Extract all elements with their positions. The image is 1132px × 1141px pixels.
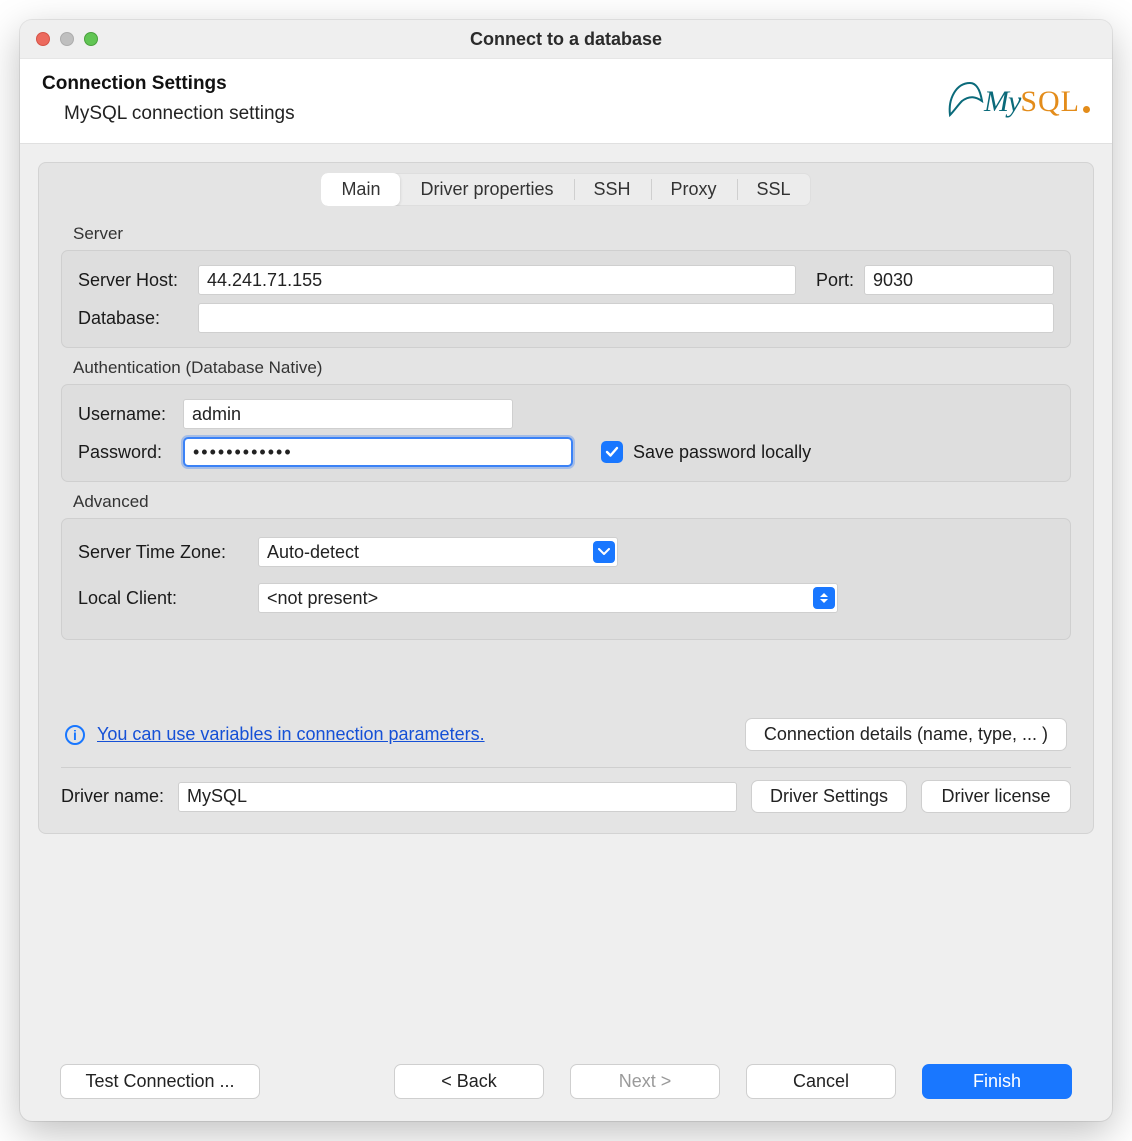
mysql-logo: MySQL	[946, 79, 1090, 119]
dialog-window: Connect to a database Connection Setting…	[20, 20, 1112, 1121]
tab-proxy[interactable]: Proxy	[651, 173, 737, 206]
save-password-checkbox[interactable]	[601, 441, 623, 463]
logo-text-my: My	[984, 85, 1020, 119]
tab-driver-properties[interactable]: Driver properties	[400, 173, 573, 206]
titlebar: Connect to a database	[20, 20, 1112, 58]
local-client-select[interactable]: <not present>	[258, 583, 838, 613]
cancel-button[interactable]: Cancel	[746, 1064, 896, 1099]
content: Main Driver properties SSH Proxy SSL Ser…	[20, 144, 1112, 1121]
driver-license-button[interactable]: Driver license	[921, 780, 1071, 813]
database-input[interactable]	[198, 303, 1054, 333]
server-host-input[interactable]	[198, 265, 796, 295]
window-title: Connect to a database	[20, 29, 1112, 50]
finish-button[interactable]: Finish	[922, 1064, 1072, 1099]
connection-details-button[interactable]: Connection details (name, type, ... )	[745, 718, 1067, 751]
header: Connection Settings MySQL connection set…	[20, 58, 1112, 144]
tabs: Main Driver properties SSH Proxy SSL	[321, 173, 810, 206]
driver-row: Driver name: Driver Settings Driver lice…	[39, 776, 1093, 823]
page-title: Connection Settings	[42, 73, 295, 95]
info-icon: i	[65, 725, 85, 745]
tab-ssl[interactable]: SSL	[737, 173, 811, 206]
tab-main[interactable]: Main	[321, 173, 400, 206]
local-client-label: Local Client:	[78, 588, 248, 609]
driver-settings-button[interactable]: Driver Settings	[751, 780, 907, 813]
dolphin-icon	[946, 79, 984, 119]
advanced-group-label: Advanced	[39, 482, 1093, 518]
chevron-down-icon	[593, 541, 615, 563]
logo-text-sql: SQL	[1020, 85, 1080, 119]
sort-icon	[813, 587, 835, 609]
advanced-group: Server Time Zone: Auto-detect Local Clie…	[61, 518, 1071, 640]
next-button: Next >	[570, 1064, 720, 1099]
back-button[interactable]: < Back	[394, 1064, 544, 1099]
timezone-select[interactable]: Auto-detect	[258, 537, 618, 567]
timezone-label: Server Time Zone:	[78, 542, 248, 563]
footer: Test Connection ... < Back Next > Cancel…	[38, 1038, 1094, 1121]
auth-group-label: Authentication (Database Native)	[39, 348, 1093, 384]
password-input[interactable]	[183, 437, 573, 467]
test-connection-button[interactable]: Test Connection ...	[60, 1064, 260, 1099]
driver-name-input[interactable]	[178, 782, 737, 812]
tab-ssh[interactable]: SSH	[574, 173, 651, 206]
port-label: Port:	[816, 270, 854, 291]
save-password-label: Save password locally	[633, 442, 811, 463]
database-label: Database:	[78, 308, 188, 329]
driver-name-label: Driver name:	[61, 786, 164, 807]
timezone-value: Auto-detect	[267, 542, 359, 563]
server-host-label: Server Host:	[78, 270, 188, 291]
variables-hint-link[interactable]: You can use variables in connection para…	[97, 724, 485, 745]
auth-group: Username: Password: Save password locall…	[61, 384, 1071, 482]
password-label: Password:	[78, 442, 173, 463]
page-subtitle: MySQL connection settings	[42, 103, 295, 125]
server-group: Server Host: Port: Database:	[61, 250, 1071, 348]
port-input[interactable]	[864, 265, 1054, 295]
settings-panel: Main Driver properties SSH Proxy SSL Ser…	[38, 162, 1094, 834]
local-client-value: <not present>	[267, 588, 378, 609]
username-label: Username:	[78, 404, 173, 425]
divider	[61, 767, 1071, 768]
server-group-label: Server	[39, 214, 1093, 250]
username-input[interactable]	[183, 399, 513, 429]
